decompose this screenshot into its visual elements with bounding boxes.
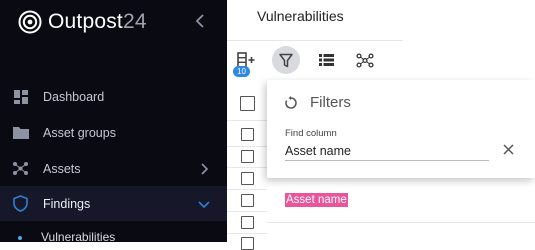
- dashboard-icon: [12, 88, 29, 105]
- list-view-button[interactable]: [312, 46, 340, 74]
- row-divider: [227, 146, 267, 147]
- row-checkbox[interactable]: [241, 237, 254, 250]
- row-divider: [227, 189, 267, 190]
- column-count-badge: 10: [233, 66, 250, 77]
- sidebar-item-label: Asset groups: [43, 125, 116, 140]
- outpost24-logo-icon: [18, 10, 42, 34]
- collapse-sidebar-button[interactable]: [193, 10, 207, 32]
- find-column-label: Find column: [285, 128, 337, 139]
- row-checkbox[interactable]: [241, 216, 254, 229]
- filter-button[interactable]: [272, 46, 300, 74]
- row-divider: [227, 211, 267, 212]
- chevron-right-icon: [198, 162, 210, 175]
- graph-view-button[interactable]: [351, 46, 379, 74]
- row-checkbox[interactable]: [241, 150, 254, 163]
- shield-icon: [12, 195, 29, 212]
- folder-icon: [12, 124, 29, 141]
- column-search-result[interactable]: Asset name: [285, 193, 348, 207]
- chevron-left-icon: [195, 14, 204, 28]
- close-icon: [502, 143, 514, 155]
- network-icon: [12, 160, 29, 177]
- active-indicator: [18, 236, 22, 240]
- sidebar-item-label: Dashboard: [43, 89, 105, 104]
- clear-input-button[interactable]: [501, 142, 515, 156]
- graph-icon: [356, 52, 374, 68]
- reset-filters-button[interactable]: [283, 95, 299, 111]
- list-icon: [318, 54, 334, 66]
- filters-panel: Filters Find column: [267, 80, 535, 178]
- divider: [267, 222, 535, 223]
- brand-logo[interactable]: Outpost24: [18, 8, 147, 36]
- sidebar-item-asset-groups[interactable]: Asset groups: [0, 115, 227, 150]
- sidebar-item-findings[interactable]: Findings: [0, 186, 227, 221]
- row-checkbox[interactable]: [241, 128, 254, 141]
- select-all-checkbox[interactable]: [240, 96, 255, 111]
- filter-icon: [279, 53, 293, 67]
- page-title: Vulnerabilities: [257, 8, 344, 24]
- brand-name: Outpost24: [48, 10, 147, 33]
- chevron-down-icon: [198, 198, 210, 210]
- row-checkbox[interactable]: [241, 172, 254, 185]
- sidebar-item-assets[interactable]: Assets: [0, 151, 227, 186]
- row-divider: [227, 120, 267, 121]
- row-checkbox[interactable]: [241, 194, 254, 207]
- sidebar: Outpost24 Dashboard Asset groups Assets: [0, 0, 227, 244]
- divider: [227, 40, 403, 41]
- sidebar-item-dashboard[interactable]: Dashboard: [0, 79, 227, 114]
- row-divider: [227, 167, 267, 168]
- find-column-input[interactable]: [285, 142, 489, 161]
- sidebar-item-label: Findings: [43, 196, 91, 211]
- filters-title: Filters: [310, 94, 351, 111]
- refresh-icon: [285, 96, 297, 109]
- row-divider: [227, 233, 267, 234]
- sidebar-item-label: Assets: [43, 161, 81, 176]
